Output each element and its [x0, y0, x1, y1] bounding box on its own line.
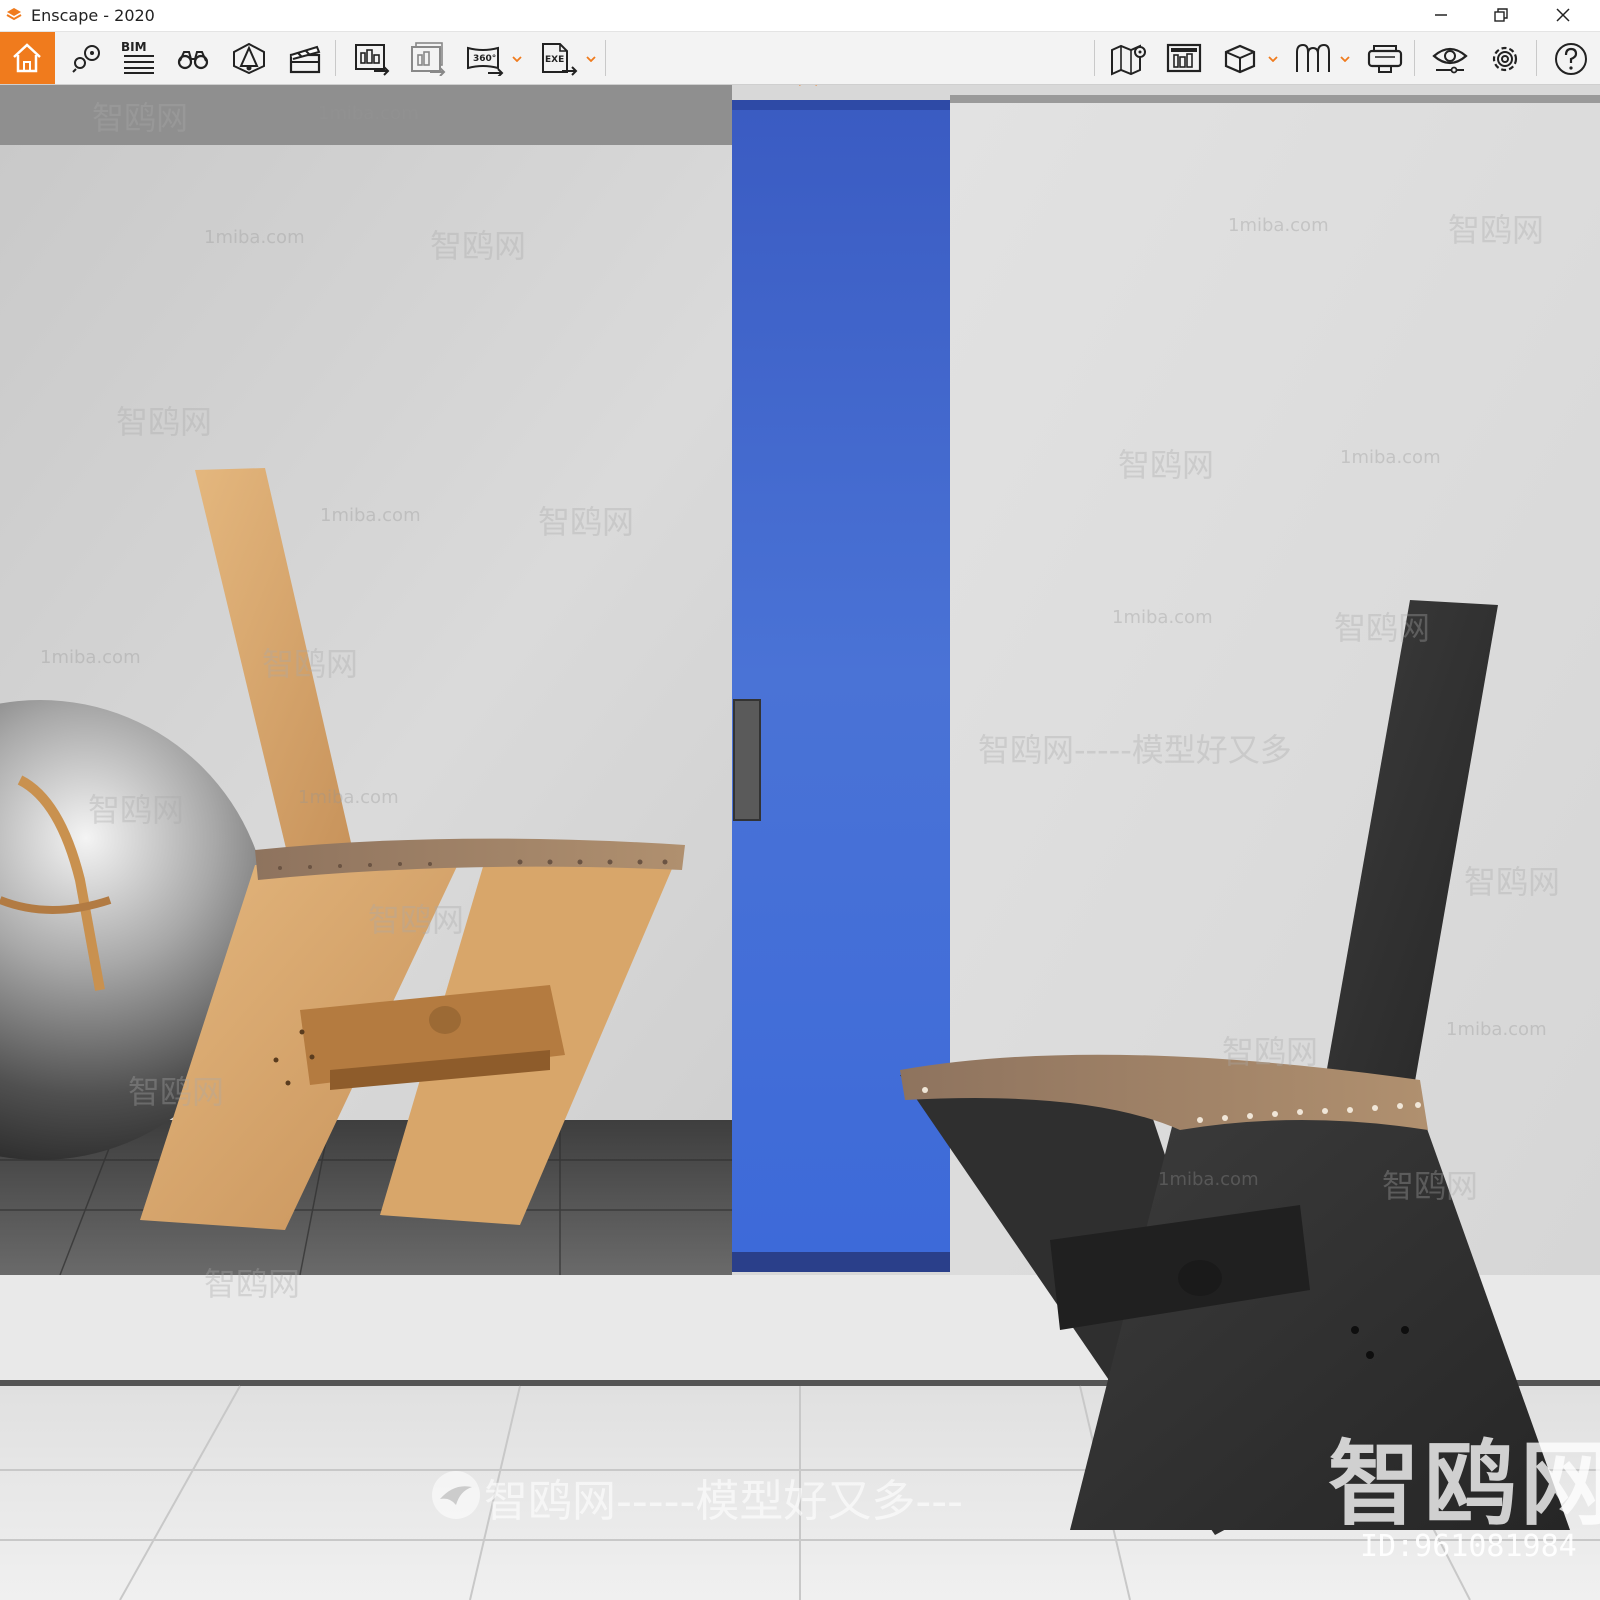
restore-button[interactable] — [1472, 0, 1532, 31]
minimap-icon — [1166, 43, 1202, 73]
close-icon — [1556, 8, 1570, 22]
toolbar-separator — [1536, 40, 1537, 76]
settings-gear-icon — [1492, 46, 1518, 72]
help-icon — [1555, 43, 1587, 75]
map-icon — [1111, 44, 1146, 76]
batch-export-icon — [411, 42, 446, 76]
asset-library-icon — [1224, 44, 1256, 74]
atmosphere-button[interactable] — [222, 32, 274, 84]
binocular-icon — [177, 51, 209, 70]
scene-render — [0, 85, 1600, 1600]
toolbar-separator — [1094, 40, 1095, 76]
main-toolbar: BIM 360° EXE — [0, 32, 1600, 85]
help-button[interactable] — [1544, 32, 1596, 84]
material-editor-button[interactable] — [1284, 32, 1336, 84]
visual-settings-button[interactable] — [1422, 32, 1474, 84]
views-icon — [72, 45, 100, 73]
binocular-button[interactable] — [166, 32, 218, 84]
watermark-bird-icon — [432, 1471, 480, 1519]
title-bar: Enscape - 2020 — [0, 0, 1600, 32]
enscape-logo-icon — [6, 8, 22, 21]
restore-icon — [1494, 8, 1508, 22]
window-title: Enscape - 2020 — [31, 6, 155, 25]
sun-icon — [233, 42, 265, 74]
video-icon — [289, 45, 321, 74]
map-button[interactable] — [1100, 32, 1152, 84]
minimize-button[interactable] — [1412, 0, 1472, 31]
render-viewport[interactable]: 1miba.com 智鸥网 1miba.com 智鸥网 1miba.com 智鸥… — [0, 85, 1600, 1600]
views-button[interactable] — [60, 32, 112, 84]
vr-headset-button[interactable] — [1356, 32, 1408, 84]
visual-settings-icon — [1432, 47, 1468, 74]
asset-library-button[interactable] — [1212, 32, 1264, 84]
material-icon — [1296, 43, 1330, 72]
home-icon — [13, 43, 41, 73]
asset-dropdown-icon[interactable] — [1268, 56, 1278, 62]
exe-export-icon: EXE — [542, 43, 578, 76]
panorama-dropdown-icon[interactable] — [512, 56, 522, 62]
bim-label: BIM — [121, 40, 147, 54]
toolbar-separator — [1414, 40, 1415, 76]
batch-export-button[interactable] — [400, 32, 452, 84]
settings-button[interactable] — [1478, 32, 1530, 84]
minimize-icon — [1435, 14, 1447, 16]
home-button[interactable] — [0, 32, 55, 84]
close-button[interactable] — [1534, 0, 1594, 31]
minimap-button[interactable] — [1156, 32, 1208, 84]
exe-export-button[interactable]: EXE — [530, 32, 582, 84]
svg-text:360°: 360° — [473, 54, 496, 64]
toolbar-separator — [335, 40, 336, 76]
svg-text:EXE: EXE — [545, 55, 564, 65]
video-editor-button[interactable] — [278, 32, 330, 84]
exe-dropdown-icon[interactable] — [586, 56, 596, 62]
collapse-toolbar-icon[interactable] — [796, 85, 820, 87]
panorama-button[interactable]: 360° — [456, 32, 508, 84]
toolbar-separator — [605, 40, 606, 76]
panorama-360-icon: 360° — [467, 46, 504, 76]
screenshot-export-icon — [355, 44, 390, 76]
vr-headset-icon — [1367, 45, 1403, 73]
material-dropdown-icon[interactable] — [1340, 56, 1350, 62]
screenshot-export-button[interactable] — [344, 32, 396, 84]
